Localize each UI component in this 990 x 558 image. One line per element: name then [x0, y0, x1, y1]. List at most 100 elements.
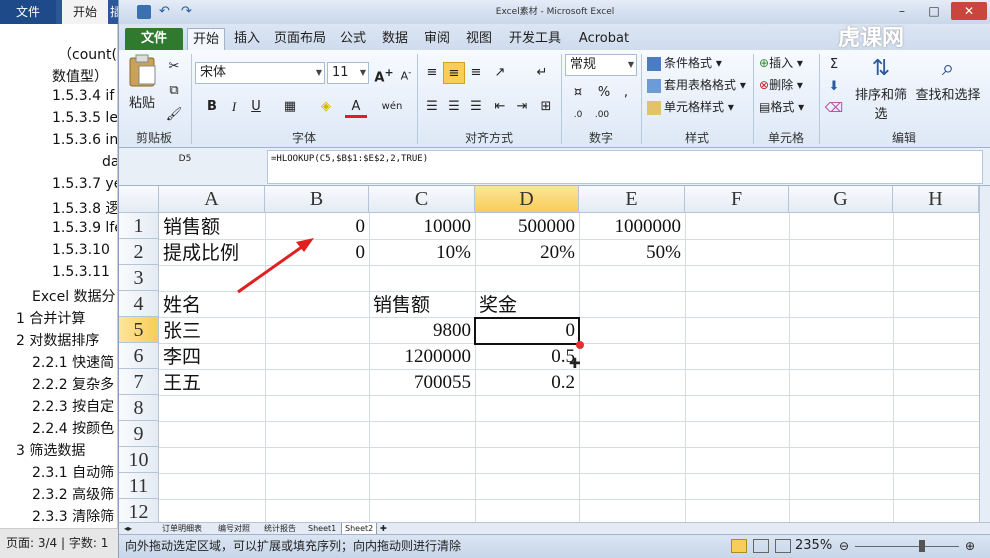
nav-item[interactable]: （count(	[58, 44, 117, 64]
zoom-slider[interactable]	[855, 546, 959, 547]
nav-item[interactable]: 2 对数据排序	[16, 330, 99, 350]
zoom-in-icon[interactable]: ⊕	[965, 539, 975, 553]
nav-item[interactable]: 2.2.4 按颜色	[32, 418, 114, 438]
tab-home[interactable]: 开始	[187, 28, 225, 50]
clear-icon[interactable]: ⌫	[823, 98, 845, 120]
autosum-icon[interactable]: Σ	[823, 54, 845, 76]
column-header-g[interactable]: G	[789, 186, 893, 213]
cell-b2[interactable]: 0	[265, 240, 369, 266]
word-tab-home[interactable]: 开始	[62, 0, 108, 24]
decrease-decimal-icon[interactable]: .00	[591, 104, 613, 126]
align-middle-icon[interactable]: ≡	[443, 62, 465, 84]
worksheet-grid[interactable]: A B C D E F G H 1 2 3 4 5 6 7 8 9 10 11 …	[119, 186, 979, 522]
column-header-d[interactable]: D	[475, 186, 579, 213]
column-header-h[interactable]: H	[893, 186, 979, 213]
find-select-button[interactable]: ⌕ 查找和选择	[915, 54, 981, 103]
nav-item[interactable]: 2.2.3 按自定	[32, 396, 114, 416]
bold-button[interactable]: B	[201, 96, 223, 118]
cell-c7[interactable]: 700055	[369, 370, 475, 396]
nav-item[interactable]: 1.5.3.11	[52, 264, 110, 280]
column-header-b[interactable]: B	[265, 186, 369, 213]
column-header-c[interactable]: C	[369, 186, 475, 213]
percent-icon[interactable]: %	[593, 82, 615, 104]
maximize-icon[interactable]: □	[919, 2, 949, 20]
column-header-e[interactable]: E	[579, 186, 685, 213]
zoom-out-icon[interactable]: ⊖	[839, 539, 849, 553]
currency-icon[interactable]: ¤	[567, 82, 589, 104]
nav-item[interactable]: 1.5.3.8 逻	[52, 198, 117, 218]
cell-a1[interactable]: 销售额	[159, 214, 265, 240]
row-header[interactable]: 1	[119, 213, 159, 239]
comma-icon[interactable]: ,	[615, 82, 637, 104]
row-header[interactable]: 10	[119, 447, 159, 473]
row-header[interactable]: 4	[119, 291, 159, 317]
cell-d1[interactable]: 500000	[475, 214, 579, 240]
name-box[interactable]: D5	[125, 152, 245, 166]
nav-item[interactable]: 1 合并计算	[16, 308, 85, 328]
cell-c2[interactable]: 10%	[369, 240, 475, 266]
nav-item[interactable]: 2.3.1 自动筛	[32, 462, 114, 482]
row-header[interactable]: 9	[119, 421, 159, 447]
minimize-icon[interactable]: –	[887, 2, 917, 20]
column-header-a[interactable]: A	[159, 186, 265, 213]
font-name-select[interactable]: 宋体 ▼	[195, 62, 325, 84]
align-top-icon[interactable]: ≡	[421, 62, 443, 84]
nav-item[interactable]: 2.2.2 复杂多	[32, 374, 114, 394]
tab-data[interactable]: 数据	[377, 28, 413, 50]
table-format-button[interactable]: 套用表格格式 ▾	[647, 76, 746, 93]
nav-item[interactable]: 数值型）	[52, 66, 108, 86]
nav-item[interactable]: 1.5.3.6 in	[52, 132, 117, 148]
phonetic-icon[interactable]: wén	[381, 96, 403, 118]
decrease-indent-icon[interactable]: ⇤	[489, 96, 511, 118]
row-header[interactable]: 5	[119, 317, 159, 343]
fill-icon[interactable]: ⬇	[823, 76, 845, 98]
cell-a5[interactable]: 张三	[159, 318, 265, 344]
align-right-icon[interactable]: ☰	[465, 96, 487, 118]
tab-file[interactable]: 文件	[125, 28, 183, 50]
nav-item[interactable]: da	[102, 154, 117, 170]
cell-a4[interactable]: 姓名	[159, 292, 265, 318]
shrink-font-icon[interactable]: A-	[395, 62, 417, 84]
cell-c6[interactable]: 1200000	[369, 344, 475, 370]
column-header-f[interactable]: F	[685, 186, 789, 213]
italic-button[interactable]: I	[223, 96, 245, 118]
merge-center-icon[interactable]: ⊞	[535, 96, 557, 118]
tab-page-layout[interactable]: 页面布局	[271, 28, 329, 50]
increase-decimal-icon[interactable]: .0	[567, 104, 589, 126]
row-header[interactable]: 8	[119, 395, 159, 421]
sort-filter-button[interactable]: ⇅ 排序和筛选	[849, 54, 913, 122]
conditional-format-button[interactable]: 条件格式 ▾	[647, 54, 722, 71]
select-all-corner[interactable]	[119, 186, 159, 213]
nav-item[interactable]: Excel 数据分	[32, 286, 116, 306]
normal-view-icon[interactable]	[731, 539, 747, 553]
cell-a6[interactable]: 李四	[159, 344, 265, 370]
cell-c4[interactable]: 销售额	[369, 292, 475, 318]
nav-item[interactable]: 3 筛选数据	[16, 440, 85, 460]
insert-cells-button[interactable]: ⊕插入 ▾	[759, 54, 803, 71]
cell-a7[interactable]: 王五	[159, 370, 265, 396]
row-header[interactable]: 2	[119, 239, 159, 265]
tab-formulas[interactable]: 公式	[335, 28, 371, 50]
align-left-icon[interactable]: ☰	[421, 96, 443, 118]
nav-item[interactable]: 1.5.3.7 ye	[52, 176, 117, 192]
nav-item[interactable]: 1.5.3.5 le	[52, 110, 117, 126]
cell-e1[interactable]: 1000000	[579, 214, 685, 240]
align-bottom-icon[interactable]: ≡	[465, 62, 487, 84]
cell-b1[interactable]: 0	[265, 214, 369, 240]
increase-indent-icon[interactable]: ⇥	[511, 96, 533, 118]
tab-acrobat[interactable]: Acrobat	[573, 28, 635, 50]
nav-item[interactable]: 2.3.2 高级筛	[32, 484, 114, 504]
close-icon[interactable]: ✕	[951, 2, 987, 20]
cell-a2[interactable]: 提成比例	[159, 240, 265, 266]
cell-style-button[interactable]: 单元格样式 ▾	[647, 98, 734, 115]
fill-color-icon[interactable]: ◈	[315, 96, 337, 118]
nav-item[interactable]: 2.3.3 清除筛	[32, 506, 114, 526]
tab-developer[interactable]: 开发工具	[503, 28, 567, 50]
orientation-icon[interactable]: ↗	[489, 62, 511, 84]
row-header[interactable]: 7	[119, 369, 159, 395]
delete-cells-button[interactable]: ⊗删除 ▾	[759, 76, 803, 93]
number-format-select[interactable]: 常规 ▼	[565, 54, 637, 76]
format-cells-button[interactable]: ▤格式 ▾	[759, 98, 804, 115]
fill-handle[interactable]	[576, 341, 584, 349]
cell-e2[interactable]: 50%	[579, 240, 685, 266]
